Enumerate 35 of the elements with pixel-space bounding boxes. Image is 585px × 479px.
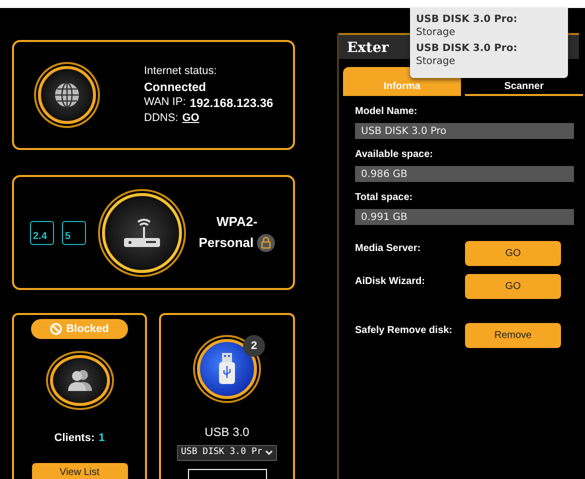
ddns-link[interactable]: GO — [182, 111, 200, 126]
lock-icon — [257, 234, 276, 252]
security-mode: WPA2-Personal — [197, 212, 277, 254]
device-select[interactable]: USB DISK 3.0 Pr — [177, 445, 277, 461]
ban-icon — [50, 322, 62, 335]
field-label: Available space: — [355, 148, 434, 162]
ddns-label: DDNS: — [144, 111, 178, 126]
field-value: 0.991 GB — [355, 209, 574, 225]
globe-icon — [54, 82, 80, 108]
view-list-button[interactable]: View List — [32, 462, 128, 479]
device-name: USB DISK 3.0 Pro: — [416, 14, 518, 26]
device-name: USB DISK 3.0 Pro: — [416, 43, 518, 56]
action-button[interactable]: Remove — [465, 323, 561, 348]
caret-icon — [265, 450, 273, 456]
field-label: Model Name: — [355, 105, 418, 119]
usb-label: USB 3.0 — [204, 424, 250, 441]
users-icon — [66, 369, 94, 392]
internet-status: Connected — [144, 78, 208, 95]
action-button[interactable]: GO — [465, 274, 561, 299]
clients-count: 1 — [98, 431, 105, 446]
field-value: 0.986 GB — [355, 166, 574, 182]
action-label: AiDisk Wizard: — [355, 275, 426, 289]
clients-label: Clients: — [54, 431, 95, 446]
usb-drive-icon — [218, 353, 236, 385]
wifi-band-icon: 5 — [62, 220, 86, 244]
wan-ip-label: WAN IP: — [144, 95, 186, 110]
field-label: Total space: — [355, 191, 414, 205]
field-value: USB DISK 3.0 Pro — [355, 123, 574, 139]
internet-status-label: Internet status: — [144, 64, 218, 79]
usb-count-badge: 2 — [243, 335, 265, 357]
wifi-band-icon: 2.4 — [30, 220, 54, 244]
action-label: Media Server: — [355, 242, 422, 256]
action-button[interactable]: GO — [465, 241, 561, 266]
action-label: Safely Remove disk: — [355, 324, 454, 338]
wan-ip: 192.168.123.36 — [190, 95, 274, 112]
